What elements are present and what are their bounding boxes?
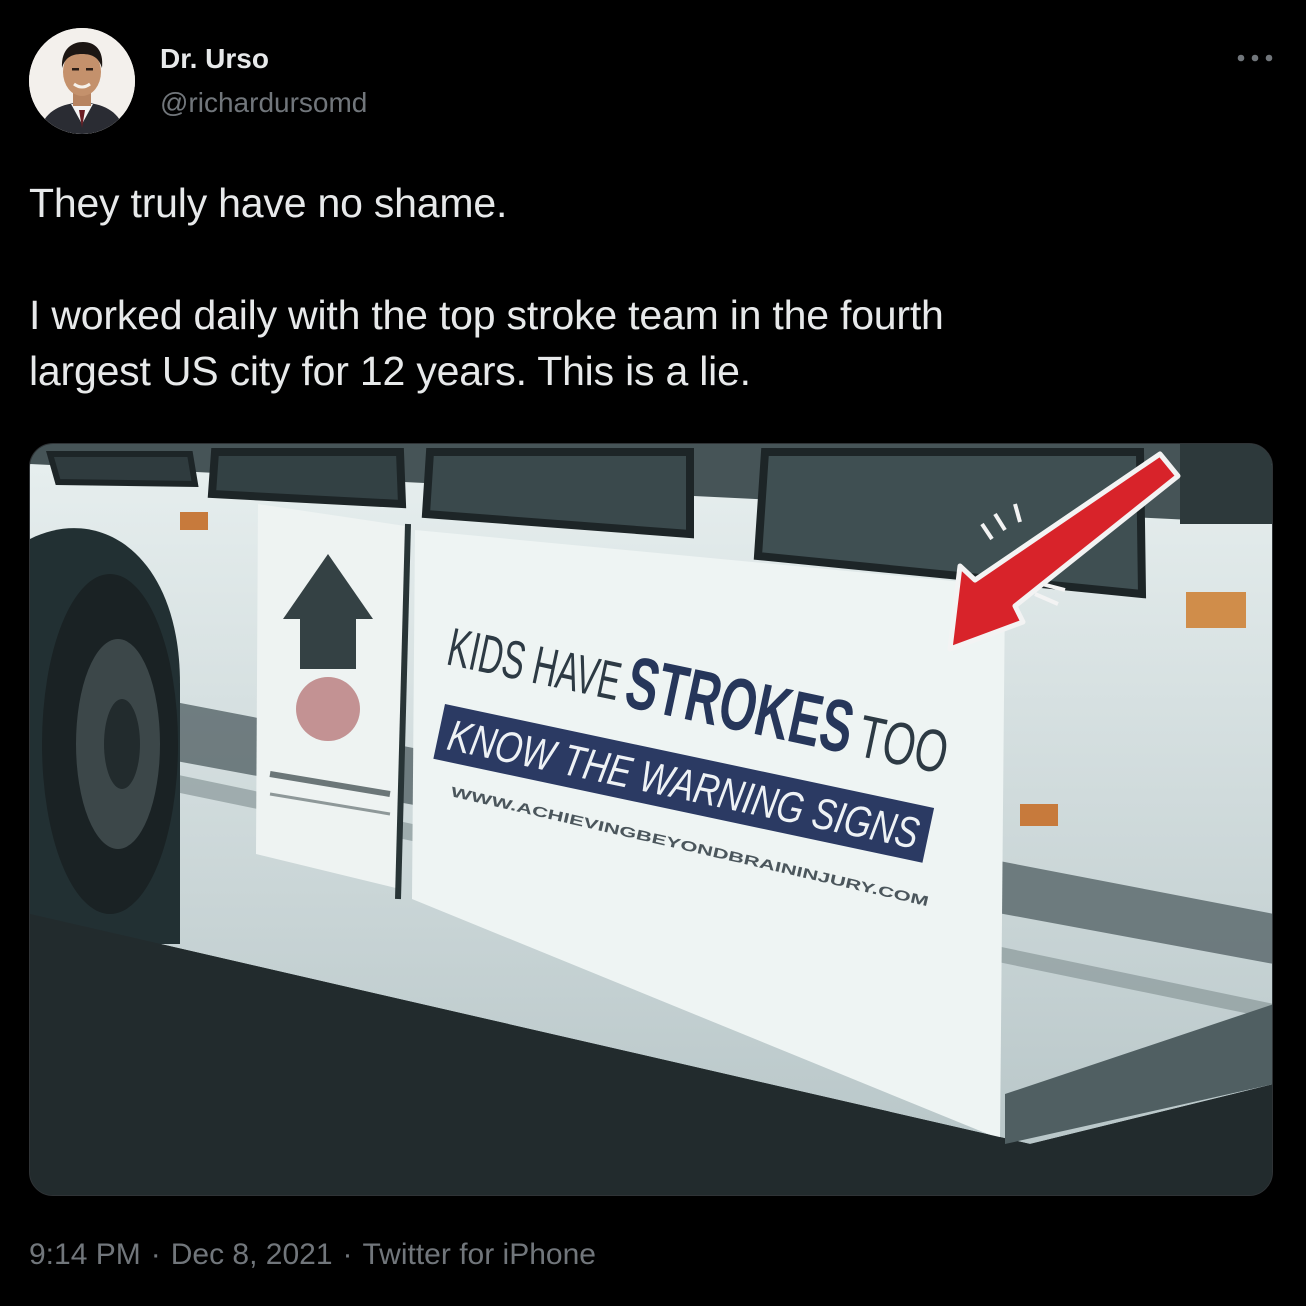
tweet-text-line: They truly have no shame. (29, 180, 508, 226)
separator-dot: · (150, 1238, 161, 1271)
tweet-card: Dr. Urso @richardursomd They truly have … (0, 0, 1306, 1306)
tweet-metadata: 9:14 PM · Dec 8, 2021 · Twitter for iPhone (29, 1238, 596, 1272)
tweet-time[interactable]: 9:14 PM (29, 1238, 141, 1271)
tweet-media-image[interactable]: KIDS HAVE STROKES TOO KNOW THE WARNING S… (29, 443, 1273, 1196)
tweet-source[interactable]: Twitter for iPhone (363, 1238, 596, 1271)
author-avatar[interactable] (29, 28, 135, 134)
tweet-text: They truly have no shame. I worked daily… (29, 175, 1269, 399)
more-options-button[interactable] (1230, 38, 1280, 78)
tweet-text-line: largest US city for 12 years. This is a … (29, 348, 751, 394)
bus-advertisement-photo: KIDS HAVE STROKES TOO KNOW THE WARNING S… (30, 444, 1272, 1195)
separator-dot: · (342, 1238, 353, 1271)
more-horizontal-icon (1237, 54, 1273, 62)
author-handle[interactable]: @richardursomd (160, 87, 367, 119)
tweet-text-line: I worked daily with the top stroke team … (29, 292, 944, 338)
tweet-date[interactable]: Dec 8, 2021 (171, 1238, 333, 1271)
avatar-portrait-image (29, 28, 135, 134)
author-display-name[interactable]: Dr. Urso (160, 43, 269, 75)
